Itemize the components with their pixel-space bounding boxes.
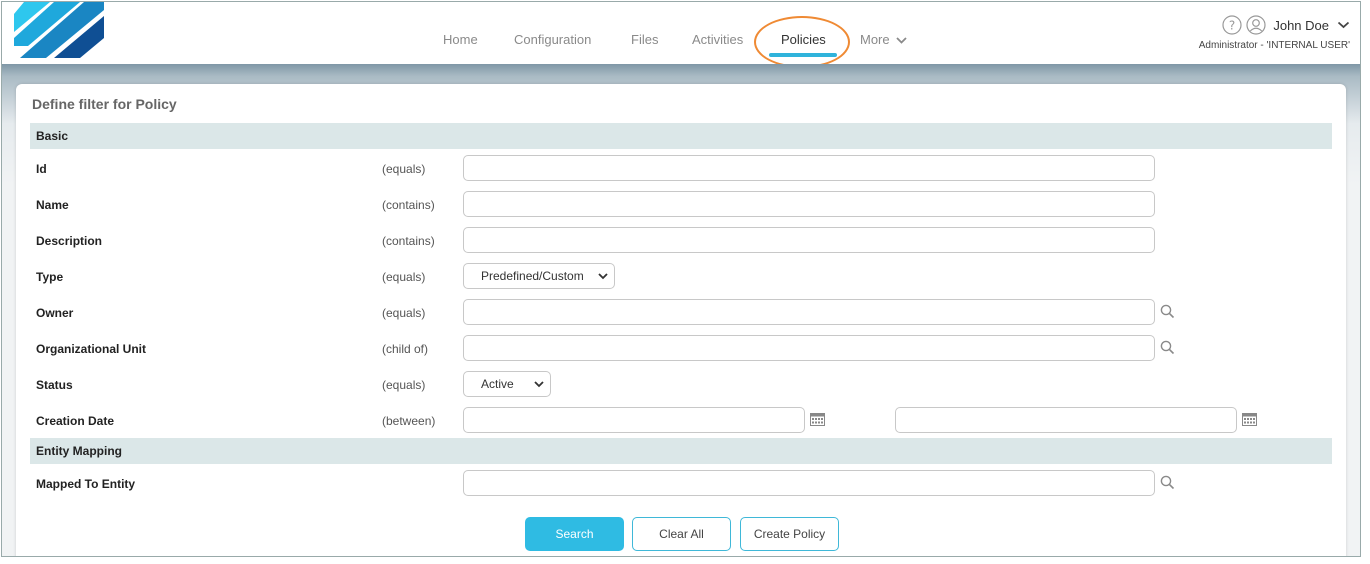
owner-label: Owner — [36, 306, 74, 320]
user-avatar-icon[interactable] — [1246, 15, 1266, 35]
user-area: ? John Doe Administrator - 'INTERNAL USE… — [1199, 15, 1350, 51]
filter-row-name: Name (contains) — [16, 191, 1346, 219]
create-policy-button[interactable]: Create Policy — [740, 517, 839, 551]
chevron-down-icon — [598, 272, 608, 279]
status-operator: (equals) — [382, 378, 426, 392]
active-tab-indicator — [769, 53, 837, 57]
clear-all-button[interactable]: Clear All — [632, 517, 731, 551]
filter-row-org-unit: Organizational Unit (child of) — [16, 335, 1346, 363]
description-input[interactable] — [463, 227, 1155, 253]
filter-row-owner: Owner (equals) — [16, 299, 1346, 327]
org-unit-operator: (child of) — [382, 342, 429, 356]
org-unit-label: Organizational Unit — [36, 342, 147, 356]
description-operator: (contains) — [382, 234, 435, 248]
nav-more[interactable]: More — [860, 32, 907, 47]
status-label: Status — [36, 378, 73, 392]
creation-date-operator: (between) — [382, 414, 436, 428]
nav-activities[interactable]: Activities — [692, 32, 743, 47]
help-icon[interactable]: ? — [1222, 15, 1242, 35]
creation-date-from-input[interactable] — [463, 407, 805, 433]
mapped-to-entity-label: Mapped To Entity — [36, 477, 136, 491]
owner-input[interactable] — [463, 299, 1155, 325]
search-button[interactable]: Search — [525, 517, 624, 551]
filter-row-status: Status (equals) Active — [16, 371, 1346, 399]
org-unit-input[interactable] — [463, 335, 1155, 361]
chevron-down-icon — [895, 37, 907, 44]
filter-row-id: Id (equals) — [16, 155, 1346, 183]
filter-row-description: Description (contains) — [16, 227, 1346, 255]
calendar-icon[interactable] — [810, 413, 825, 426]
main-nav: Home Configuration Files Activities Poli… — [2, 2, 1360, 68]
section-entity-mapping: Entity Mapping — [30, 438, 1332, 464]
type-select-value: Predefined/Custom — [481, 269, 584, 283]
creation-date-label: Creation Date — [36, 414, 115, 428]
status-select-value: Active — [481, 377, 514, 391]
id-operator: (equals) — [382, 162, 426, 176]
filter-row-type: Type (equals) Predefined/Custom — [16, 263, 1346, 291]
status-select[interactable]: Active — [463, 371, 551, 397]
description-label: Description — [36, 234, 103, 248]
id-label: Id — [36, 162, 47, 176]
nav-home[interactable]: Home — [443, 32, 478, 47]
mapped-to-entity-search-icon[interactable] — [1160, 475, 1175, 490]
type-label: Type — [36, 270, 64, 284]
calendar-icon[interactable] — [1242, 413, 1257, 426]
name-input[interactable] — [463, 191, 1155, 217]
name-operator: (contains) — [382, 198, 435, 212]
id-input[interactable] — [463, 155, 1155, 181]
filter-panel: Define filter for Policy Basic Id (equal… — [16, 84, 1346, 556]
owner-operator: (equals) — [382, 306, 426, 320]
nav-configuration[interactable]: Configuration — [514, 32, 591, 47]
org-unit-search-icon[interactable] — [1160, 340, 1175, 355]
user-role: Administrator - 'INTERNAL USER' — [1198, 40, 1350, 51]
user-menu-chevron-icon[interactable] — [1337, 21, 1350, 29]
chevron-down-icon — [534, 380, 544, 387]
type-select[interactable]: Predefined/Custom — [463, 263, 615, 289]
type-operator: (equals) — [382, 270, 426, 284]
nav-more-label: More — [860, 32, 890, 47]
nav-policies[interactable]: Policies — [781, 32, 826, 47]
section-basic-label: Basic — [36, 129, 69, 143]
section-basic: Basic — [30, 123, 1332, 149]
nav-files[interactable]: Files — [631, 32, 658, 47]
filter-row-creation-date: Creation Date (between) — [16, 407, 1346, 435]
name-label: Name — [36, 198, 69, 212]
top-header: Home Configuration Files Activities Poli… — [2, 2, 1360, 68]
panel-title: Define filter for Policy — [32, 96, 177, 112]
user-name[interactable]: John Doe — [1273, 18, 1329, 33]
section-entity-mapping-label: Entity Mapping — [36, 444, 122, 458]
filter-row-mapped-to-entity: Mapped To Entity — [16, 470, 1346, 498]
svg-text:?: ? — [1229, 19, 1235, 33]
mapped-to-entity-input[interactable] — [463, 470, 1155, 496]
owner-search-icon[interactable] — [1160, 304, 1175, 319]
app-window: Home Configuration Files Activities Poli… — [1, 1, 1361, 557]
creation-date-to-input[interactable] — [895, 407, 1237, 433]
